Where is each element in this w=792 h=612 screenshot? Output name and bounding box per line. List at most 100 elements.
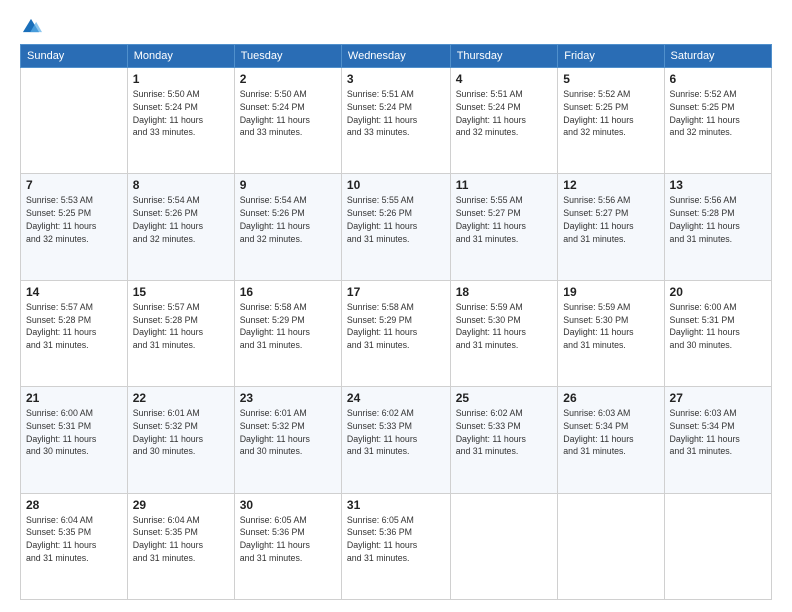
col-header-saturday: Saturday [664, 45, 771, 68]
calendar-table: SundayMondayTuesdayWednesdayThursdayFrid… [20, 44, 772, 600]
day-info: Sunrise: 5:51 AMSunset: 5:24 PMDaylight:… [456, 88, 553, 139]
calendar-cell: 5Sunrise: 5:52 AMSunset: 5:25 PMDaylight… [558, 68, 664, 174]
day-info: Sunrise: 6:02 AMSunset: 5:33 PMDaylight:… [347, 407, 445, 458]
day-info: Sunrise: 6:01 AMSunset: 5:32 PMDaylight:… [133, 407, 229, 458]
day-info: Sunrise: 5:59 AMSunset: 5:30 PMDaylight:… [563, 301, 658, 352]
day-info: Sunrise: 5:51 AMSunset: 5:24 PMDaylight:… [347, 88, 445, 139]
calendar-cell: 16Sunrise: 5:58 AMSunset: 5:29 PMDayligh… [234, 280, 341, 386]
day-info: Sunrise: 5:57 AMSunset: 5:28 PMDaylight:… [26, 301, 122, 352]
calendar-cell: 17 Sunrise: 5:58 AMSunset: 5:29 PMDayligh… [341, 280, 450, 386]
day-number: 26 [563, 391, 658, 405]
calendar-cell: 3 Sunrise: 5:51 AMSunset: 5:24 PMDaylight… [341, 68, 450, 174]
day-number: 18 [456, 285, 553, 299]
calendar-cell [450, 493, 558, 599]
day-number: 21 [26, 391, 122, 405]
calendar-week-2: 14 Sunrise: 5:57 AMSunset: 5:28 PMDayligh… [21, 280, 772, 386]
calendar-cell: 14 Sunrise: 5:57 AMSunset: 5:28 PMDayligh… [21, 280, 128, 386]
day-info: Sunrise: 5:55 AMSunset: 5:26 PMDaylight:… [347, 194, 445, 245]
day-number: 17 [347, 285, 445, 299]
calendar-week-3: 21Sunrise: 6:00 AMSunset: 5:31 PMDayligh… [21, 387, 772, 493]
day-number: 14 [26, 285, 122, 299]
day-info: Sunrise: 5:56 AMSunset: 5:28 PMDaylight:… [670, 194, 766, 245]
day-number: 28 [26, 498, 122, 512]
day-info: Sunrise: 5:58 AMSunset: 5:29 PMDaylight:… [347, 301, 445, 352]
day-info: Sunrise: 6:05 AMSunset: 5:36 PMDaylight:… [347, 514, 445, 565]
calendar-cell: 9 Sunrise: 5:54 AMSunset: 5:26 PMDaylight… [234, 174, 341, 280]
day-number: 5 [563, 72, 658, 86]
day-info: Sunrise: 6:05 AMSunset: 5:36 PMDaylight:… [240, 514, 336, 565]
calendar-cell: 1 Sunrise: 5:50 AMSunset: 5:24 PMDaylight… [127, 68, 234, 174]
day-number: 7 [26, 178, 122, 192]
day-number: 27 [670, 391, 766, 405]
calendar-week-0: 1 Sunrise: 5:50 AMSunset: 5:24 PMDaylight… [21, 68, 772, 174]
calendar-cell: 25 Sunrise: 6:02 AMSunset: 5:33 PMDayligh… [450, 387, 558, 493]
calendar-cell: 22 Sunrise: 6:01 AMSunset: 5:32 PMDayligh… [127, 387, 234, 493]
day-number: 3 [347, 72, 445, 86]
col-header-tuesday: Tuesday [234, 45, 341, 68]
day-info: Sunrise: 5:53 AMSunset: 5:25 PMDaylight:… [26, 194, 122, 245]
day-info: Sunrise: 5:54 AMSunset: 5:26 PMDaylight:… [240, 194, 336, 245]
day-number: 13 [670, 178, 766, 192]
calendar-cell: 31 Sunrise: 6:05 AMSunset: 5:36 PMDayligh… [341, 493, 450, 599]
day-info: Sunrise: 5:56 AMSunset: 5:27 PMDaylight:… [563, 194, 658, 245]
calendar-cell: 24 Sunrise: 6:02 AMSunset: 5:33 PMDayligh… [341, 387, 450, 493]
page: SundayMondayTuesdayWednesdayThursdayFrid… [0, 0, 792, 612]
day-info: Sunrise: 6:03 AMSunset: 5:34 PMDaylight:… [670, 407, 766, 458]
calendar-cell: 27 Sunrise: 6:03 AMSunset: 5:34 PMDayligh… [664, 387, 771, 493]
day-number: 15 [133, 285, 229, 299]
col-header-thursday: Thursday [450, 45, 558, 68]
header [20, 16, 772, 38]
calendar-cell: 2 Sunrise: 5:50 AMSunset: 5:24 PMDaylight… [234, 68, 341, 174]
logo-icon [20, 16, 42, 38]
calendar-cell: 11Sunrise: 5:55 AMSunset: 5:27 PMDayligh… [450, 174, 558, 280]
logo [20, 16, 46, 38]
calendar-cell: 30 Sunrise: 6:05 AMSunset: 5:36 PMDayligh… [234, 493, 341, 599]
day-info: Sunrise: 6:01 AMSunset: 5:32 PMDaylight:… [240, 407, 336, 458]
day-info: Sunrise: 5:50 AMSunset: 5:24 PMDaylight:… [133, 88, 229, 139]
calendar-cell [558, 493, 664, 599]
day-info: Sunrise: 5:52 AMSunset: 5:25 PMDaylight:… [670, 88, 766, 139]
day-info: Sunrise: 6:03 AMSunset: 5:34 PMDaylight:… [563, 407, 658, 458]
calendar-cell: 20Sunrise: 6:00 AMSunset: 5:31 PMDayligh… [664, 280, 771, 386]
calendar-cell: 10 Sunrise: 5:55 AMSunset: 5:26 PMDayligh… [341, 174, 450, 280]
day-number: 24 [347, 391, 445, 405]
day-number: 2 [240, 72, 336, 86]
calendar-cell: 12 Sunrise: 5:56 AMSunset: 5:27 PMDayligh… [558, 174, 664, 280]
day-number: 10 [347, 178, 445, 192]
col-header-wednesday: Wednesday [341, 45, 450, 68]
col-header-friday: Friday [558, 45, 664, 68]
day-info: Sunrise: 6:04 AMSunset: 5:35 PMDaylight:… [26, 514, 122, 565]
calendar-week-4: 28 Sunrise: 6:04 AMSunset: 5:35 PMDayligh… [21, 493, 772, 599]
col-header-monday: Monday [127, 45, 234, 68]
calendar-cell: 26 Sunrise: 6:03 AMSunset: 5:34 PMDayligh… [558, 387, 664, 493]
calendar-week-1: 7 Sunrise: 5:53 AMSunset: 5:25 PMDaylight… [21, 174, 772, 280]
calendar-cell: 18 Sunrise: 5:59 AMSunset: 5:30 PMDayligh… [450, 280, 558, 386]
day-number: 1 [133, 72, 229, 86]
day-info: Sunrise: 5:55 AMSunset: 5:27 PMDaylight:… [456, 194, 553, 245]
day-info: Sunrise: 5:54 AMSunset: 5:26 PMDaylight:… [133, 194, 229, 245]
day-number: 12 [563, 178, 658, 192]
calendar-cell: 7 Sunrise: 5:53 AMSunset: 5:25 PMDaylight… [21, 174, 128, 280]
day-info: Sunrise: 6:02 AMSunset: 5:33 PMDaylight:… [456, 407, 553, 458]
day-info: Sunrise: 6:00 AMSunset: 5:31 PMDaylight:… [670, 301, 766, 352]
day-number: 16 [240, 285, 336, 299]
day-number: 25 [456, 391, 553, 405]
day-number: 31 [347, 498, 445, 512]
day-number: 30 [240, 498, 336, 512]
calendar-cell: 4 Sunrise: 5:51 AMSunset: 5:24 PMDaylight… [450, 68, 558, 174]
day-info: Sunrise: 5:59 AMSunset: 5:30 PMDaylight:… [456, 301, 553, 352]
day-info: Sunrise: 5:50 AMSunset: 5:24 PMDaylight:… [240, 88, 336, 139]
calendar-cell: 28 Sunrise: 6:04 AMSunset: 5:35 PMDayligh… [21, 493, 128, 599]
calendar-header-row: SundayMondayTuesdayWednesdayThursdayFrid… [21, 45, 772, 68]
day-number: 22 [133, 391, 229, 405]
day-number: 6 [670, 72, 766, 86]
calendar-cell: 13 Sunrise: 5:56 AMSunset: 5:28 PMDayligh… [664, 174, 771, 280]
day-number: 4 [456, 72, 553, 86]
day-number: 9 [240, 178, 336, 192]
day-info: Sunrise: 5:57 AMSunset: 5:28 PMDaylight:… [133, 301, 229, 352]
day-info: Sunrise: 6:04 AMSunset: 5:35 PMDaylight:… [133, 514, 229, 565]
calendar-cell: 21Sunrise: 6:00 AMSunset: 5:31 PMDayligh… [21, 387, 128, 493]
calendar-cell: 23Sunrise: 6:01 AMSunset: 5:32 PMDayligh… [234, 387, 341, 493]
calendar-cell: 6 Sunrise: 5:52 AMSunset: 5:25 PMDaylight… [664, 68, 771, 174]
calendar-cell: 15 Sunrise: 5:57 AMSunset: 5:28 PMDayligh… [127, 280, 234, 386]
